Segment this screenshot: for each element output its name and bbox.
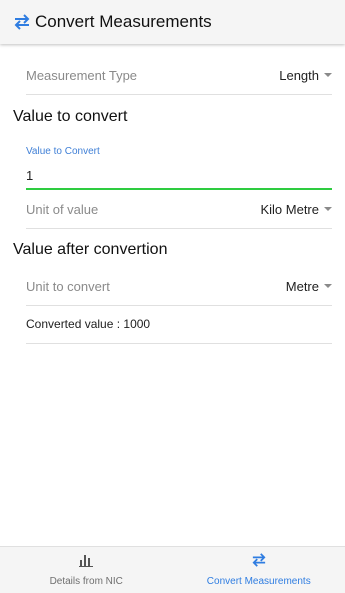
value-input[interactable]: [26, 162, 332, 190]
dropdown-caret-icon: [324, 207, 332, 211]
tab-details-from-nic[interactable]: Details from NIC: [0, 547, 173, 593]
unit-to-convert-label: Unit to convert: [26, 279, 110, 294]
unit-to-convert-selected: Metre: [286, 279, 319, 294]
measurement-type-label: Measurement Type: [26, 68, 137, 83]
unit-of-value-value[interactable]: Kilo Metre: [260, 202, 332, 217]
measurement-type-selected: Length: [279, 68, 319, 83]
unit-to-convert-select[interactable]: Unit to convert Metre: [26, 267, 332, 306]
unit-of-value-select[interactable]: Unit of value Kilo Metre: [26, 190, 332, 229]
tab-details-from-nic-label: Details from NIC: [50, 576, 123, 587]
tab-convert-measurements-label: Convert Measurements: [207, 576, 311, 587]
swap-arrows-icon: [251, 553, 267, 572]
value-to-convert-heading: Value to convert: [13, 108, 127, 126]
unit-to-convert-value[interactable]: Metre: [286, 279, 332, 294]
unit-of-value-selected: Kilo Metre: [260, 202, 319, 217]
bar-chart-icon: [79, 553, 93, 572]
value-input-label: Value to Convert: [26, 146, 100, 157]
bottom-navigation: Details from NIC Convert Measurements: [0, 546, 345, 593]
measurement-type-select[interactable]: Measurement Type Length: [26, 56, 332, 95]
page-title: Convert Measurements: [35, 12, 212, 32]
dropdown-caret-icon: [324, 73, 332, 77]
unit-of-value-label: Unit of value: [26, 202, 98, 217]
swap-arrows-icon: [13, 13, 31, 31]
value-after-conversion-heading: Value after convertion: [13, 241, 167, 259]
converted-value-text: Converted value : 1000: [26, 305, 332, 344]
measurement-type-value[interactable]: Length: [279, 68, 332, 83]
tab-convert-measurements[interactable]: Convert Measurements: [173, 547, 345, 593]
app-bar: Convert Measurements: [0, 0, 345, 44]
dropdown-caret-icon: [324, 284, 332, 288]
